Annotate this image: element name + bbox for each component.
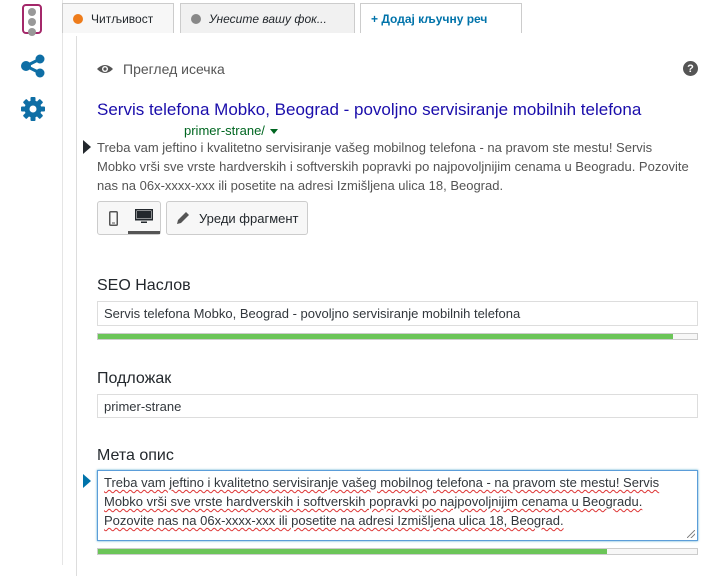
seo-title-progress (97, 333, 698, 340)
score-bullet-icon (73, 13, 83, 24)
meta-description-textarea[interactable]: Treba vam jeftino i kvalitetno servisira… (97, 470, 698, 541)
tab-readability-label: Читљивост (91, 11, 154, 26)
seo-title-label: SEO Наслов (97, 277, 191, 294)
caret-right-icon (83, 140, 91, 154)
eye-icon (97, 65, 113, 73)
edit-snippet-label: Уреди фрагмент (199, 210, 299, 226)
score-bullet-icon (191, 13, 201, 24)
tab-readability[interactable]: Читљивост (62, 3, 174, 33)
meta-description-text: Treba vam jeftino i kvalitetno servisira… (104, 475, 660, 528)
keyword-tabs: Читљивост Унесите вашу фок... + Додај кљ… (62, 0, 705, 36)
sidebar (0, 0, 63, 565)
tab-focus-keyword-label: Унесите вашу фок... (209, 11, 327, 26)
mobile-icon (108, 210, 118, 226)
add-keyword-button[interactable]: + Додај кључну реч (360, 3, 522, 33)
caret-right-icon (83, 474, 91, 488)
caret-down-icon (269, 129, 278, 135)
snippet-editor-panel: Преглед исечка ? Servis telefona Mobko, … (76, 36, 705, 576)
slug-label: Подложак (97, 370, 172, 387)
help-icon[interactable]: ? (683, 61, 698, 76)
meta-description-label: Мета опис (97, 447, 174, 464)
snippet-title[interactable]: Servis telefona Mobko, Beograd - povoljn… (97, 100, 641, 120)
pencil-icon (177, 212, 189, 224)
meta-description-progress (97, 548, 698, 555)
share-icon[interactable] (14, 47, 52, 85)
traffic-light-icon[interactable] (22, 4, 42, 36)
seo-title-input[interactable]: Servis telefona Mobko, Beograd - povoljn… (97, 301, 698, 326)
meta-description-progress-fill (98, 549, 608, 554)
resize-handle[interactable] (687, 530, 695, 538)
snippet-preview-toggle[interactable]: Преглед исечка (97, 61, 225, 77)
snippet-url[interactable]: primer-strane/ (184, 123, 278, 138)
device-toggle (97, 201, 161, 235)
mobile-preview-button[interactable] (98, 202, 128, 234)
snippet-url-text: primer-strane/ (184, 123, 265, 138)
snippet-description[interactable]: Treba vam jeftino i kvalitetno servisira… (97, 138, 692, 195)
gear-icon[interactable] (14, 90, 52, 128)
seo-title-progress-fill (98, 334, 674, 339)
desktop-preview-button[interactable] (128, 202, 160, 234)
tab-focus-keyword[interactable]: Унесите вашу фок... (180, 3, 355, 33)
add-keyword-label: + Додај кључну реч (371, 11, 488, 26)
slug-input[interactable]: primer-strane (97, 394, 698, 418)
snippet-preview-heading: Преглед исечка (123, 61, 225, 77)
desktop-icon (135, 209, 153, 223)
edit-snippet-button[interactable]: Уреди фрагмент (166, 201, 308, 235)
